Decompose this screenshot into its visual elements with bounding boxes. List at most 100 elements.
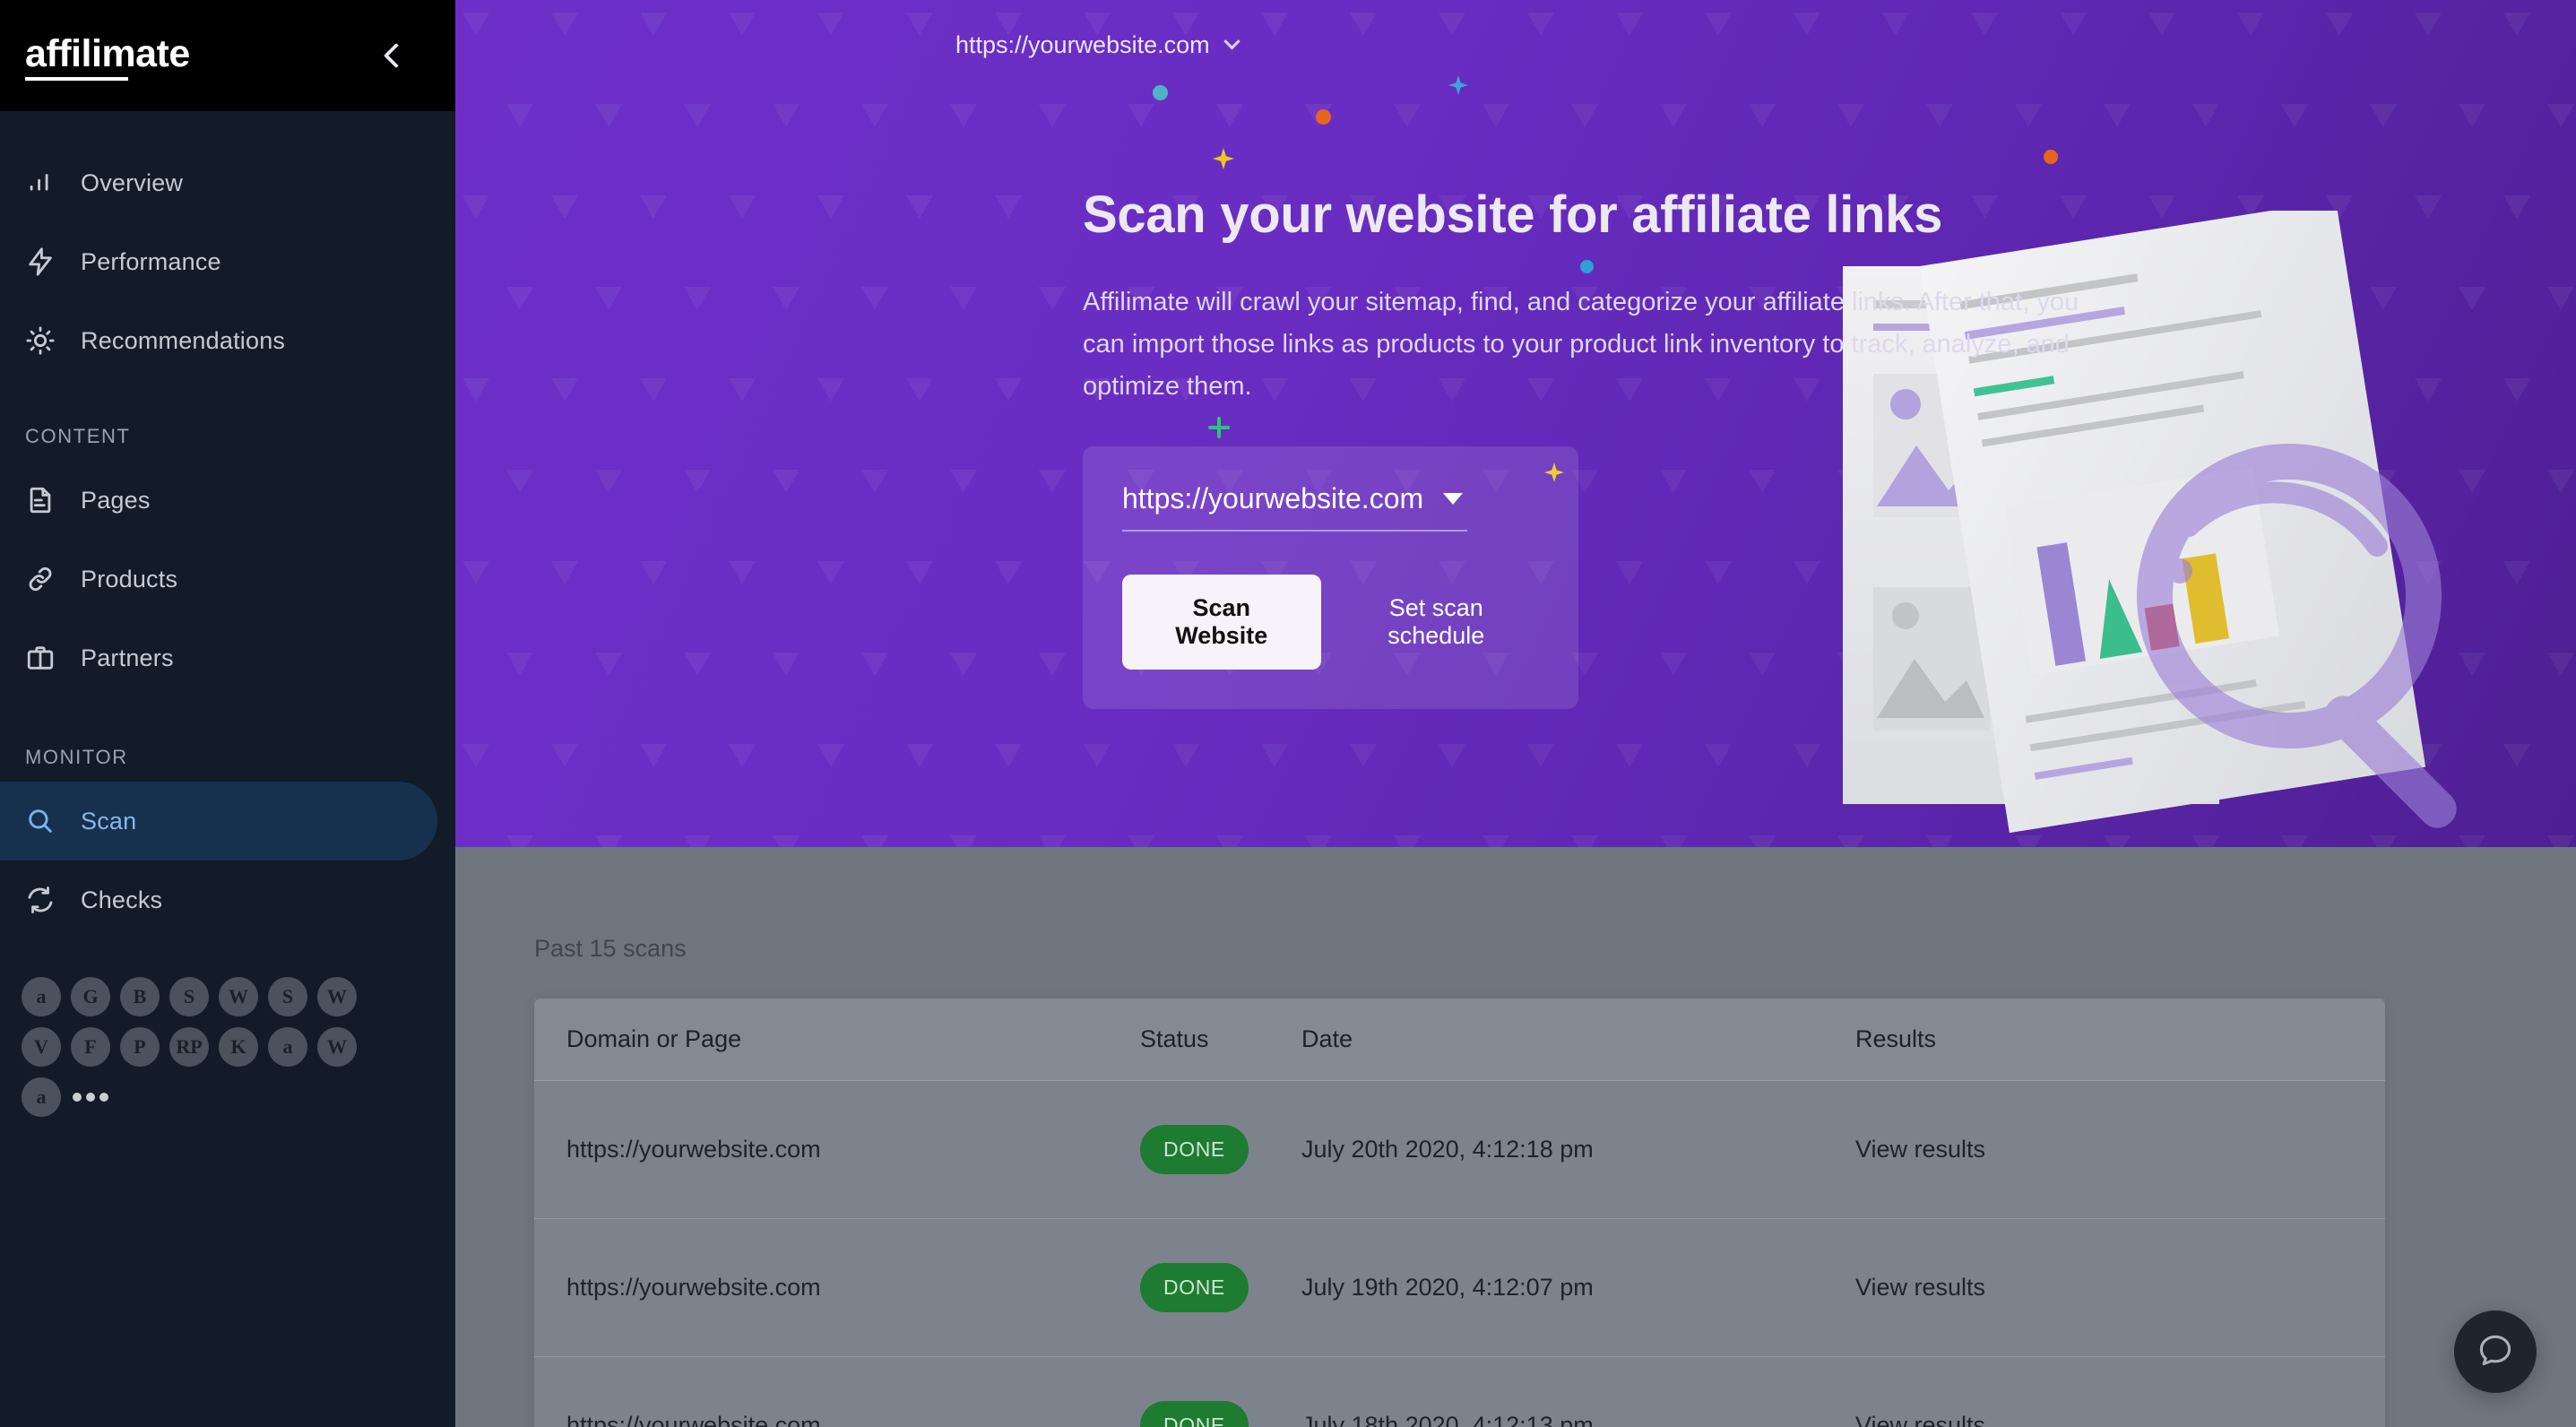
partner-avatar[interactable]: S [268, 977, 307, 1016]
sidebar-header: affilimate [0, 0, 455, 111]
sidebar-item-label: Overview [81, 169, 184, 196]
partner-avatar[interactable]: a [22, 1077, 61, 1117]
table-row[interactable]: https://yourwebsite.com DONE July 18th 2… [534, 1357, 2385, 1427]
caret-down-icon [1443, 492, 1464, 505]
sidebar-item-products[interactable]: Products [0, 540, 455, 618]
partner-avatar-row: a G B S W S W [22, 977, 394, 1016]
app-logo[interactable]: affilimate [25, 32, 190, 81]
column-header-domain: Domain or Page [566, 1025, 742, 1052]
hero-banner: Scan your website for affiliate links Af… [455, 0, 2576, 847]
site-selector-value: https://yourwebsite.com [955, 30, 1210, 58]
status-badge: DONE [1140, 1125, 1249, 1174]
partner-avatar-grid: a G B S W S W V F P RP K a W a [0, 939, 394, 1117]
topbar: https://yourwebsite.com [911, 0, 2576, 90]
briefcase-icon [25, 643, 72, 673]
document-icon [25, 485, 72, 515]
cell-date: July 19th 2020, 4:12:07 pm [1301, 1274, 1594, 1301]
scan-url-select[interactable]: https://yourwebsite.com [1122, 482, 1467, 532]
partner-avatar[interactable]: a [22, 977, 61, 1016]
partner-avatar[interactable]: V [22, 1027, 61, 1067]
partner-avatar[interactable]: F [71, 1027, 110, 1067]
sidebar: affilimate Overview Performance Recommen… [0, 0, 455, 1427]
sidebar-item-label: Recommendations [81, 326, 286, 354]
sidebar-section-content: CONTENT Pages Products Partners [0, 400, 455, 697]
table-row[interactable]: https://yourwebsite.com DONE July 20th 2… [534, 1081, 2385, 1219]
partner-avatar[interactable]: W [317, 1027, 357, 1067]
column-header-status: Status [1140, 1025, 1209, 1052]
cell-date: July 18th 2020, 4:12:13 pm [1301, 1412, 1594, 1427]
view-results-link[interactable]: View results [1821, 1412, 2353, 1427]
partner-avatar-more-button[interactable] [71, 1077, 110, 1117]
partner-avatar[interactable]: B [120, 977, 160, 1016]
set-scan-schedule-button[interactable]: Set scan schedule [1334, 575, 1539, 670]
partner-avatar[interactable]: S [169, 977, 209, 1016]
sidebar-item-recommendations[interactable]: Recommendations [0, 301, 455, 380]
cell-status: DONE [1140, 1401, 1301, 1427]
cell-domain: https://yourwebsite.com [566, 1274, 821, 1301]
partner-avatar-row: a [22, 1077, 394, 1117]
partner-avatar[interactable]: RP [169, 1027, 209, 1067]
sidebar-item-overview[interactable]: Overview [0, 143, 455, 222]
cell-domain: https://yourwebsite.com [566, 1412, 821, 1427]
sidebar-item-pages[interactable]: Pages [0, 461, 455, 540]
sidebar-item-label: Checks [81, 886, 163, 913]
cell-status: DONE [1140, 1125, 1301, 1174]
cell-date: July 20th 2020, 4:12:18 pm [1301, 1136, 1594, 1163]
sidebar-item-label: Products [81, 565, 178, 592]
sidebar-item-scan[interactable]: Scan [0, 782, 437, 861]
table-row[interactable]: https://yourwebsite.com DONE July 19th 2… [534, 1219, 2385, 1357]
view-results-link[interactable]: View results [1821, 1136, 2353, 1163]
sidebar-collapse-button[interactable] [376, 36, 416, 75]
chat-support-button[interactable] [2454, 1310, 2537, 1393]
scan-history-table: Domain or Page Status Date Results https… [534, 999, 2385, 1427]
sidebar-section-title: CONTENT [25, 425, 131, 447]
sidebar-item-label: Performance [81, 247, 221, 275]
hero-description: Affilimate will crawl your sitemap, find… [1083, 287, 2079, 402]
partner-avatar-row: V F P RP K a W [22, 1027, 394, 1067]
scan-history-section: Past 15 scans Domain or Page Status Date… [455, 847, 2576, 1427]
sidebar-item-label: Pages [81, 486, 151, 514]
partner-avatar[interactable]: W [219, 977, 258, 1016]
partner-avatar[interactable]: a [268, 1027, 307, 1067]
main-content: Scan your website for affiliate links Af… [455, 0, 2576, 1427]
sidebar-item-label: Scan [81, 807, 137, 835]
app-root: affilimate Overview Performance Recommen… [0, 0, 2576, 1427]
scan-form-actions: Scan Website Set scan schedule [1122, 574, 1539, 670]
chat-bubble-icon [2476, 1330, 2515, 1374]
chevron-down-icon [1223, 32, 1240, 49]
sun-idea-icon [25, 325, 72, 356]
page-title: Scan your website for affiliate links [1083, 186, 1943, 244]
scan-form-card: https://yourwebsite.com Scan Website Set… [1083, 445, 1578, 709]
refresh-sync-icon [25, 885, 72, 915]
partner-avatar[interactable]: G [71, 977, 110, 1016]
partner-avatar[interactable]: W [317, 977, 357, 1016]
view-results-link[interactable]: View results [1821, 1274, 2353, 1302]
dot [73, 1093, 82, 1102]
status-badge: DONE [1140, 1263, 1249, 1312]
table-header-row: Domain or Page Status Date Results [534, 999, 2385, 1081]
sidebar-item-checks[interactable]: Checks [0, 861, 455, 939]
bar-chart-icon [25, 168, 72, 198]
sidebar-item-performance[interactable]: Performance [0, 222, 455, 301]
column-header-date: Date [1301, 1025, 1353, 1052]
search-icon [25, 806, 72, 836]
column-header-results: Results [1855, 1025, 1937, 1052]
dot [99, 1093, 108, 1102]
chevron-left-icon [383, 42, 410, 69]
sidebar-item-label: Partners [81, 644, 174, 671]
sidebar-section-monitor: MONITOR Scan Checks [0, 721, 455, 939]
status-badge: DONE [1140, 1401, 1249, 1427]
sidebar-nav: Overview Performance Recommendations CON… [0, 111, 455, 1117]
lightning-bolt-icon [25, 246, 72, 277]
cell-status: DONE [1140, 1263, 1301, 1312]
sidebar-section-title: MONITOR [25, 746, 128, 768]
site-selector[interactable]: https://yourwebsite.com [955, 30, 1240, 59]
partner-avatar[interactable]: K [219, 1027, 258, 1067]
hero-text-block: Scan your website for affiliate links Af… [455, 0, 2576, 709]
sidebar-item-partners[interactable]: Partners [0, 618, 455, 697]
scan-website-button[interactable]: Scan Website [1122, 574, 1321, 670]
cell-domain: https://yourwebsite.com [566, 1136, 821, 1163]
link-chain-icon [25, 564, 72, 594]
scan-url-value: https://yourwebsite.com [1122, 481, 1424, 515]
partner-avatar[interactable]: P [120, 1027, 160, 1067]
